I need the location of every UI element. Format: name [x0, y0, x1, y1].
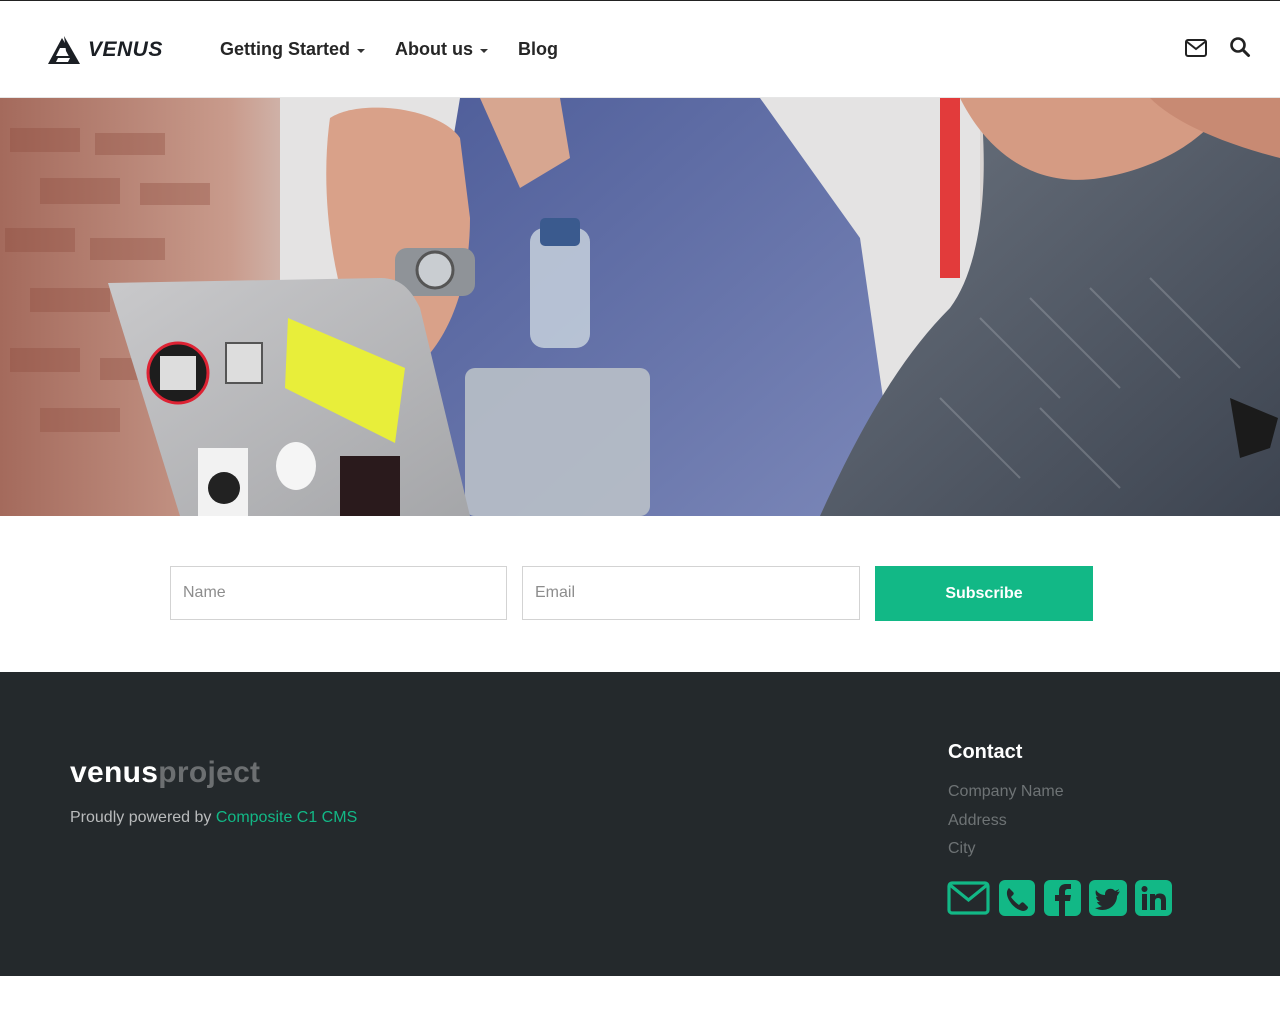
venus-logo-icon	[48, 36, 80, 64]
facebook-icon[interactable]	[1044, 880, 1081, 916]
name-input[interactable]	[170, 566, 507, 620]
mail-icon[interactable]	[1184, 37, 1208, 59]
mail-icon[interactable]	[947, 880, 990, 916]
caret-down-icon	[480, 48, 489, 53]
subscribe-section: Subscribe	[0, 516, 1280, 672]
logo-link[interactable]: VENUS	[46, 34, 163, 66]
twitter-icon[interactable]	[1089, 880, 1127, 916]
brand-part-venus: venus	[70, 756, 159, 789]
hero-photo	[0, 98, 1280, 516]
caret-down-icon	[357, 48, 366, 53]
contact-address: Address	[948, 812, 1007, 829]
nav-getting-started[interactable]: Getting Started	[220, 39, 366, 60]
main-nav: Getting Started About us Blog	[220, 39, 588, 60]
email-input[interactable]	[522, 566, 860, 620]
contact-heading: Contact	[948, 741, 1023, 763]
nav-label: About us	[395, 39, 474, 59]
brand-part-project: project	[158, 756, 261, 789]
hero-image	[0, 98, 1280, 516]
subscribe-button[interactable]: Subscribe	[875, 566, 1093, 621]
logo-text: VENUS	[88, 38, 163, 61]
contact-company-name: Company Name	[948, 783, 1064, 800]
phone-icon[interactable]	[998, 880, 1036, 916]
search-icon[interactable]	[1229, 36, 1253, 58]
footer-brand: venusproject	[70, 756, 260, 790]
linkedin-icon[interactable]	[1135, 880, 1172, 916]
page-bottom	[0, 976, 1280, 1024]
nav-label: Blog	[518, 39, 559, 59]
site-header: VENUS Getting Started About us Blog	[0, 1, 1280, 98]
contact-city: City	[948, 840, 976, 857]
nav-label: Getting Started	[220, 39, 351, 59]
nav-about-us[interactable]: About us	[395, 39, 489, 60]
site-footer: venusproject Proudly powered by Composit…	[0, 672, 1280, 976]
powered-prefix: Proudly powered by	[70, 809, 216, 826]
nav-blog[interactable]: Blog	[518, 39, 558, 60]
composite-cms-link[interactable]: Composite C1 CMS	[216, 809, 357, 826]
powered-by: Proudly powered by Composite C1 CMS	[70, 809, 357, 827]
